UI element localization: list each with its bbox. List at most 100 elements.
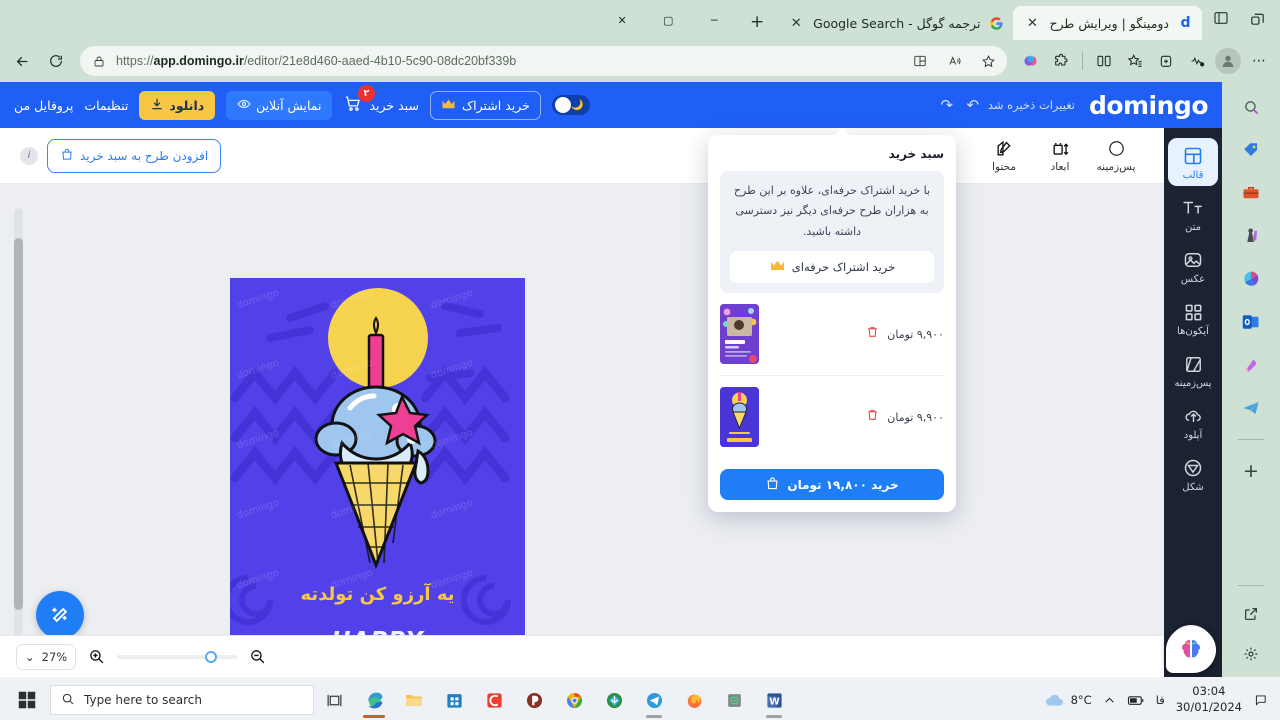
browser-essentials-icon[interactable]	[1182, 46, 1212, 76]
split-screen-icon[interactable]	[907, 48, 933, 74]
tabstrip-left-icons	[1202, 4, 1280, 40]
minimize-button[interactable]: ─	[691, 0, 737, 40]
remove-item-icon[interactable]	[866, 408, 879, 426]
word-icon[interactable]: W	[754, 680, 794, 720]
outlook-icon[interactable]	[1236, 307, 1266, 337]
adguard-icon[interactable]	[714, 680, 754, 720]
rail-item-template[interactable]: قالب	[1168, 138, 1218, 186]
canvas-vertical-scrollbar[interactable]	[14, 208, 23, 648]
firefox-icon[interactable]	[674, 680, 714, 720]
microsoft-365-icon[interactable]	[1236, 264, 1266, 294]
info-icon[interactable]: i	[20, 146, 38, 165]
tab-close-icon[interactable]: ✕	[787, 14, 805, 32]
split-window-icon[interactable]	[1089, 46, 1119, 76]
rail-item-icons[interactable]: آیکون‌ها	[1168, 294, 1218, 342]
taskbar-clock[interactable]: 03:04 30/01/2024	[1176, 684, 1242, 715]
remove-item-icon[interactable]	[866, 325, 879, 343]
task-view-icon[interactable]	[314, 680, 354, 720]
chrome-icon[interactable]	[554, 680, 594, 720]
profile-avatar[interactable]	[1213, 46, 1243, 76]
tool-label: محتوا	[992, 160, 1016, 173]
settings-more-icon[interactable]: ⋯	[1244, 46, 1274, 76]
buy-subscription-button[interactable]: خرید اشتراک	[429, 90, 541, 120]
microsoft-store-icon[interactable]	[434, 680, 474, 720]
rail-label: متن	[1185, 222, 1201, 233]
text-icon	[1182, 197, 1204, 219]
ai-brain-widget[interactable]	[1166, 627, 1216, 673]
rail-item-image[interactable]: عکس	[1168, 242, 1218, 290]
zoom-out-icon[interactable]	[249, 648, 266, 665]
browser-tab-google[interactable]: ترجمه گوگل - Google Search ✕	[777, 6, 1013, 40]
profile-link[interactable]: پروفایل من	[14, 98, 73, 113]
add-design-to-cart-button[interactable]: افزودن طرح به سبد خرید	[47, 138, 222, 173]
online-preview-button[interactable]: نمایش آنلاین	[226, 90, 333, 120]
rail-item-shapes[interactable]: شکل	[1168, 450, 1218, 498]
sidebar-settings-icon[interactable]	[1236, 639, 1266, 669]
tool-content[interactable]: محتوا	[976, 139, 1032, 173]
edge-icon[interactable]	[354, 680, 394, 720]
cart-button[interactable]: ۲ سبد خرید	[343, 85, 419, 116]
zoom-slider-knob[interactable]	[205, 650, 218, 663]
back-icon[interactable]	[6, 45, 38, 77]
ai-magic-button[interactable]	[36, 591, 84, 639]
close-window-button[interactable]: ✕	[599, 0, 645, 40]
read-aloud-icon[interactable]	[941, 48, 967, 74]
language-indicator[interactable]: فا	[1156, 693, 1165, 707]
tab-actions-icon[interactable]	[1242, 4, 1272, 32]
rail-label: عکس	[1180, 274, 1206, 285]
designer-icon[interactable]	[1236, 350, 1266, 380]
design-canvas[interactable]: یه آرزو کن تولدته HAPPY BIRTHDAY TO YOU …	[230, 278, 525, 677]
app-logo[interactable]: domingo	[1089, 91, 1209, 120]
rail-item-background[interactable]: پس‌زمینه	[1168, 346, 1218, 394]
favorite-star-icon[interactable]	[975, 48, 1001, 74]
telegram-icon[interactable]	[634, 680, 674, 720]
settings-link[interactable]: تنظیمات	[84, 98, 128, 113]
battery-icon[interactable]	[1127, 694, 1145, 707]
telegram-icon[interactable]	[1236, 393, 1266, 423]
zoom-slider[interactable]	[117, 650, 238, 663]
reload-icon[interactable]	[40, 45, 72, 77]
cart-item-thumbnail[interactable]	[720, 304, 759, 365]
checkout-button[interactable]: خرید ۱۹,۸۰۰ تومان	[720, 469, 944, 501]
add-icon[interactable]: +	[1236, 456, 1266, 486]
rail-item-upload[interactable]: آپلود	[1168, 398, 1218, 446]
file-explorer-icon[interactable]	[394, 680, 434, 720]
buy-pro-subscription-button[interactable]: خرید اشتراک حرفه‌ای	[730, 251, 934, 284]
tool-background[interactable]: پس‌زمینه	[1088, 139, 1144, 173]
tab-close-icon[interactable]: ✕	[1023, 14, 1041, 32]
shopping-tag-icon[interactable]	[1236, 135, 1266, 165]
rail-label: آپلود	[1183, 430, 1203, 441]
add-tab-group-icon[interactable]	[1151, 46, 1181, 76]
rail-item-text[interactable]: متن	[1168, 190, 1218, 238]
notification-center-icon[interactable]	[1253, 693, 1268, 707]
maximize-button[interactable]: ▢	[645, 0, 691, 40]
browser-tab-domingo[interactable]: d دومینگو | ویرایش طرح ✕	[1013, 6, 1202, 40]
avatar	[1215, 48, 1241, 74]
copilot-icon[interactable]	[1015, 46, 1045, 76]
tool-dimensions[interactable]: ابعاد	[1032, 139, 1088, 173]
games-icon[interactable]	[1236, 221, 1266, 251]
new-tab-button[interactable]: +	[743, 8, 771, 36]
camtasia-icon[interactable]	[474, 680, 514, 720]
theme-toggle[interactable]: 🌙	[551, 95, 590, 115]
search-icon[interactable]	[1236, 92, 1266, 122]
taskbar-search-box[interactable]: Type here to search	[50, 685, 314, 715]
open-sidebar-icon[interactable]	[1236, 599, 1266, 629]
address-bar[interactable]: https://app.domingo.ir/editor/21e8d460-a…	[80, 46, 1007, 76]
download-button[interactable]: دانلود	[139, 90, 216, 120]
collections-icon[interactable]	[1120, 46, 1150, 76]
zoom-level-select[interactable]: ⌄ 27%	[16, 643, 77, 670]
zoom-in-icon[interactable]	[88, 648, 105, 665]
idm-icon[interactable]	[594, 680, 634, 720]
start-button[interactable]	[4, 680, 50, 720]
tab-search-icon[interactable]	[1206, 4, 1236, 32]
redo-icon[interactable]: ↷	[936, 94, 958, 116]
undo-icon[interactable]: ↶	[962, 94, 984, 116]
cart-item-thumbnail[interactable]	[720, 387, 759, 448]
scrollbar-thumb[interactable]	[14, 238, 23, 610]
weather-widget[interactable]: 8°C	[1044, 693, 1092, 708]
show-hidden-icons[interactable]	[1103, 694, 1116, 707]
tools-icon[interactable]	[1236, 178, 1266, 208]
potplayer-icon[interactable]	[514, 680, 554, 720]
extensions-icon[interactable]	[1046, 46, 1076, 76]
